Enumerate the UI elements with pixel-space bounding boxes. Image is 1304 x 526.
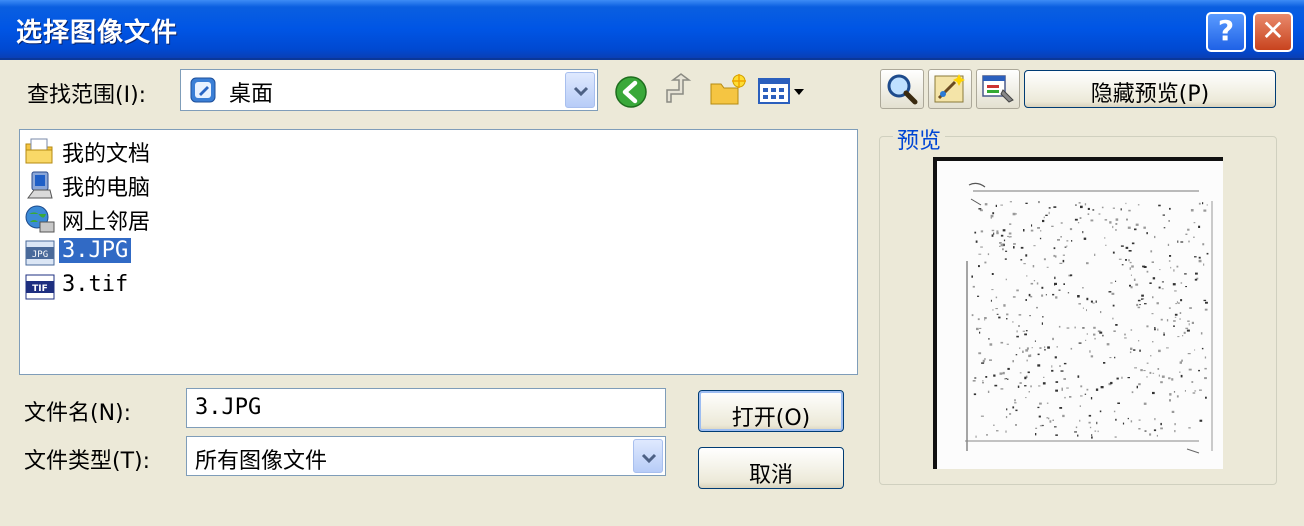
preview-image [937,161,1223,469]
chevron-down-icon [641,453,657,464]
help-button[interactable]: ? [1206,12,1246,52]
lookin-combo[interactable]: 桌面 [180,69,598,111]
tif-file-icon: TIF [24,272,56,302]
file-name: 我的电脑 [62,176,151,201]
lookin-label: 查找范围(I): [27,83,147,108]
lookin-dropdown-button[interactable] [565,72,595,108]
filetype-dropdown-button[interactable] [633,439,663,473]
desktop-icon [189,76,217,104]
wizard-button[interactable] [928,69,972,109]
filename-field[interactable]: 3.JPG [186,388,666,428]
back-icon[interactable] [613,74,649,110]
filename-value: 3.JPG [195,395,262,420]
open-button[interactable]: 打开(O) [698,390,844,432]
filename-label: 文件名(N): [24,401,132,426]
wizard-icon [934,74,965,103]
new-folder-icon[interactable] [708,72,748,108]
preview-title: 预览 [893,123,946,155]
scanned-document-preview [933,157,1223,469]
cancel-button[interactable]: 取消 [698,447,844,489]
zoom-button[interactable] [880,69,924,109]
chevron-down-icon [573,86,589,97]
view-menu-icon[interactable] [758,74,806,108]
lookin-value: 桌面 [229,82,274,107]
cancel-button-label: 取消 [748,463,793,488]
svg-text:JPG: JPG [32,250,48,260]
svg-text:TIF: TIF [32,284,48,294]
network-places-icon [24,204,56,234]
my-computer-icon [24,170,56,200]
filetype-label: 文件类型(T): [24,449,151,474]
properties-button[interactable] [976,69,1020,109]
up-folder-icon[interactable] [661,72,697,108]
filetype-value: 所有图像文件 [195,449,328,474]
title-bar: 选择图像文件 ? ✕ [0,0,1304,60]
filetype-combo[interactable]: 所有图像文件 [186,436,666,476]
window-title: 选择图像文件 [16,18,179,48]
file-name: 网上邻居 [62,210,151,235]
file-name: 3.tif [62,272,129,297]
file-list[interactable]: 我的文档 我的电脑 网上邻居 JPG 3.JPG TIF 3.tif [19,129,858,375]
file-name: 3.JPG [59,238,132,263]
file-name: 我的文档 [62,142,151,167]
hide-preview-label: 隐藏预览(P) [1090,82,1210,107]
my-documents-icon [24,136,56,166]
help-icon: ? [1217,14,1235,47]
zoom-icon [887,74,918,105]
hide-preview-button[interactable]: 隐藏预览(P) [1024,70,1276,108]
close-icon: ✕ [1261,14,1285,47]
close-button[interactable]: ✕ [1253,12,1293,52]
open-button-label: 打开(O) [731,406,811,431]
properties-icon [982,75,1014,103]
jpg-file-icon: JPG [24,238,56,268]
